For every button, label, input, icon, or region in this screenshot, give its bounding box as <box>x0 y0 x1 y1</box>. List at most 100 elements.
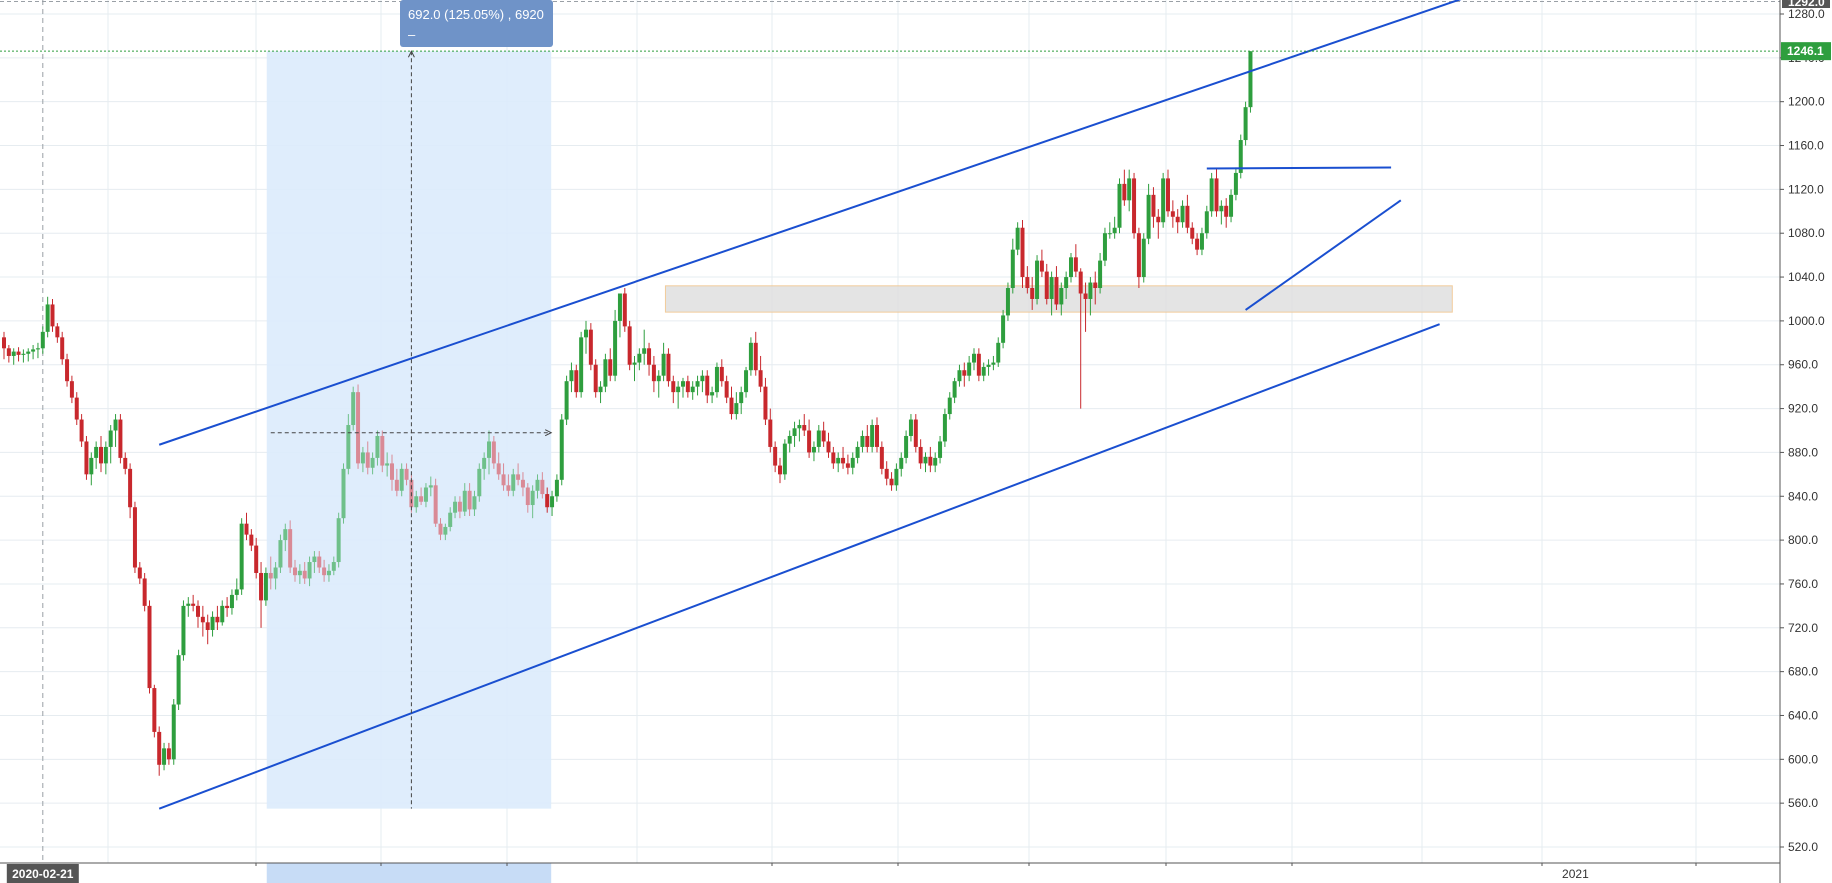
candle-body <box>632 362 637 365</box>
candle-body <box>254 545 259 573</box>
candle-body <box>884 468 889 479</box>
support-zone[interactable] <box>664 285 1453 313</box>
candle-body <box>545 494 550 508</box>
candle-body <box>157 731 162 765</box>
candle <box>181 600 186 661</box>
candle <box>186 597 191 617</box>
candle-body <box>918 446 923 464</box>
candle-body <box>744 370 749 393</box>
candle-body <box>841 457 846 464</box>
candle <box>1146 183 1151 245</box>
candle-body <box>617 293 622 321</box>
candle <box>1199 227 1204 256</box>
candle <box>632 355 637 382</box>
candle-body <box>1199 233 1204 250</box>
support-zone-rect[interactable] <box>664 285 1453 313</box>
candle-body <box>850 457 855 468</box>
candle-body <box>1224 205 1229 217</box>
candle-body <box>423 487 428 502</box>
candle-body <box>1229 194 1234 217</box>
candle <box>31 345 36 360</box>
candle-body <box>1156 216 1161 223</box>
candle <box>341 463 346 524</box>
candle <box>108 425 113 464</box>
candle <box>263 567 268 606</box>
candle <box>1190 222 1195 245</box>
price-tick-label: 840.0 <box>1788 489 1818 503</box>
candle-body <box>467 490 472 510</box>
candle-body <box>186 603 191 606</box>
candle <box>1054 266 1059 310</box>
candle-body <box>651 364 656 382</box>
candle <box>574 364 579 398</box>
measurement-selection[interactable] <box>266 51 552 883</box>
candle-body <box>210 616 215 630</box>
candle <box>972 348 976 371</box>
candle-body <box>865 435 870 447</box>
candle-body <box>782 443 787 475</box>
candle <box>802 414 807 436</box>
candle <box>1127 169 1132 212</box>
candle-body <box>239 523 244 590</box>
price-tick-label: 720.0 <box>1788 621 1818 635</box>
candle-body <box>331 562 336 571</box>
candle <box>928 446 933 473</box>
price-axis-bg <box>1780 0 1832 883</box>
candle-body <box>496 463 501 475</box>
candlestick-chart[interactable]: 520.0 560.0 600.0 640.0 680.0 720.0 760.0 800.0… <box>0 0 1832 883</box>
candle-body <box>710 392 715 396</box>
candle <box>705 370 710 404</box>
trendline[interactable] <box>1206 166 1392 170</box>
candle-body <box>1180 205 1185 223</box>
candle <box>1010 238 1015 294</box>
candle <box>1107 222 1112 239</box>
candle-body <box>220 605 225 623</box>
candle <box>239 518 244 595</box>
candle-body <box>65 359 70 382</box>
candle <box>942 408 947 447</box>
candle-body <box>579 337 584 393</box>
candle <box>836 452 841 473</box>
candle <box>45 296 50 338</box>
candle <box>778 457 782 484</box>
candle-body <box>787 435 792 444</box>
price-tick-label: 1000.0 <box>1788 314 1825 328</box>
candle <box>433 478 438 527</box>
candle <box>1161 172 1166 228</box>
candle <box>564 375 569 426</box>
candle-body <box>113 419 118 431</box>
candle <box>617 293 622 338</box>
candle <box>166 742 171 765</box>
candle <box>356 384 361 469</box>
chart-canvas[interactable]: 520.0 560.0 600.0 640.0 680.0 720.0 760.0 800.0… <box>0 0 1832 883</box>
candle <box>1069 252 1073 283</box>
candle-body <box>259 572 264 601</box>
candle <box>1044 263 1049 305</box>
candle <box>792 421 797 447</box>
candle-body <box>1015 227 1020 250</box>
candle <box>884 461 889 486</box>
candle <box>559 414 564 486</box>
candle <box>74 392 79 426</box>
price-tick-label: 1120.0 <box>1788 182 1824 196</box>
candle-body <box>933 457 938 466</box>
candle-body <box>123 457 128 469</box>
last-price-label: 1246.1 <box>1787 44 1824 58</box>
candle <box>1204 205 1209 239</box>
candle <box>234 578 239 601</box>
candle-body <box>1039 260 1044 272</box>
candle <box>215 605 220 630</box>
candle <box>1078 268 1083 409</box>
candle <box>690 381 695 400</box>
price-axis[interactable]: 520.0 560.0 600.0 640.0 680.0 720.0 760.0 800.0… <box>1779 0 1832 883</box>
selection-area[interactable] <box>266 51 552 809</box>
candle-body <box>758 370 763 387</box>
candle-body <box>443 526 448 535</box>
candle-body <box>584 329 588 338</box>
candle-body <box>225 605 230 609</box>
candle-body <box>491 441 496 464</box>
candle <box>205 614 210 645</box>
candle-body <box>739 392 744 404</box>
candle-body <box>705 375 710 396</box>
candle <box>831 446 836 469</box>
